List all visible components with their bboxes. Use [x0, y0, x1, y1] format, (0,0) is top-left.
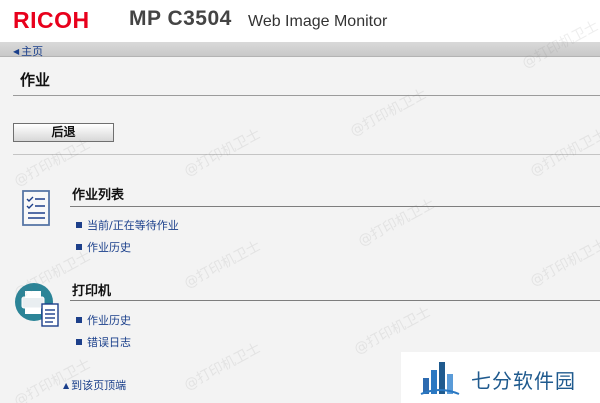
bullet-icon: [76, 339, 82, 345]
section-title-printer: 打印机: [72, 284, 112, 299]
menu-item-label: 作业历史: [87, 314, 131, 327]
printer-icon: [14, 281, 62, 333]
menu-item-label: 当前/正在等待作业: [87, 219, 179, 232]
back-button[interactable]: 后退: [13, 123, 114, 142]
section-divider: [13, 154, 600, 155]
section-title-job-list: 作业列表: [72, 188, 125, 203]
site-logo: 七分软件园: [401, 352, 600, 403]
back-arrow-icon: ◀: [13, 47, 20, 56]
building-icon: [419, 356, 461, 402]
product-name: Web Image Monitor: [248, 13, 388, 30]
title-divider: [13, 95, 600, 96]
job-list-icon: [22, 190, 50, 230]
bullet-icon: [76, 244, 82, 250]
top-nav-bar: ◀ 主页: [0, 42, 600, 58]
up-triangle-icon: ▲: [63, 381, 70, 390]
menu-item-label: 错误日志: [87, 336, 131, 349]
menu-item-printer-job-history[interactable]: 作业历史: [76, 312, 131, 328]
bullet-icon: [76, 222, 82, 228]
menu-item-current-jobs[interactable]: 当前/正在等待作业: [76, 217, 179, 233]
site-logo-text: 七分软件园: [471, 369, 576, 393]
back-to-top-link[interactable]: ▲ 到该页顶端: [63, 377, 126, 393]
page-title: 作业: [20, 71, 51, 89]
menu-item-error-log[interactable]: 错误日志: [76, 334, 131, 350]
menu-item-job-history[interactable]: 作业历史: [76, 239, 131, 255]
section-title-rule: [70, 206, 600, 207]
section-title-rule: [70, 300, 600, 301]
menu-item-label: 作业历史: [87, 241, 131, 254]
brand-logo: RICOH: [13, 7, 90, 33]
back-to-top-label: 到该页顶端: [71, 379, 127, 392]
header: RICOH MP C3504 Web Image Monitor: [0, 0, 600, 42]
model-name: MP C3504: [129, 7, 232, 30]
bullet-icon: [76, 317, 82, 323]
